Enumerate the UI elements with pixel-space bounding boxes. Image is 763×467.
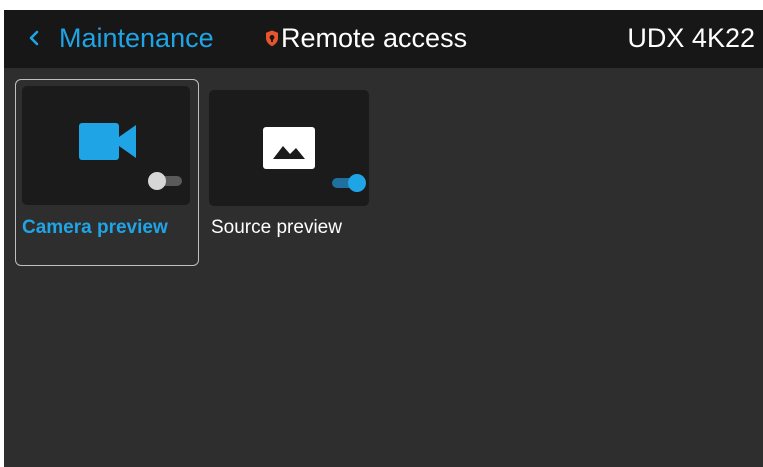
video-camera-icon [79,123,136,160]
page-title: Remote access [281,23,468,53]
tile-camera-preview[interactable]: Camera preview [15,79,199,266]
top-bar: Maintenance Remote access UDX 4K22 [4,10,763,68]
back-chevron-icon[interactable] [26,24,42,52]
tile-card [209,90,369,206]
shield-icon [265,30,279,47]
image-icon [263,127,315,169]
tile-label: Source preview [211,217,342,238]
source-preview-toggle[interactable] [330,174,366,192]
back-button[interactable]: Maintenance [59,22,214,54]
toggle-knob [148,172,166,190]
tile-card [22,86,190,205]
camera-preview-toggle[interactable] [148,172,184,190]
toggle-knob [348,174,366,192]
device-screen: Maintenance Remote access UDX 4K22 Camer… [4,10,763,467]
tile-label: Camera preview [22,217,168,238]
tile-source-preview[interactable]: Source preview [209,90,374,240]
device-name: UDX 4K22 [627,23,755,53]
